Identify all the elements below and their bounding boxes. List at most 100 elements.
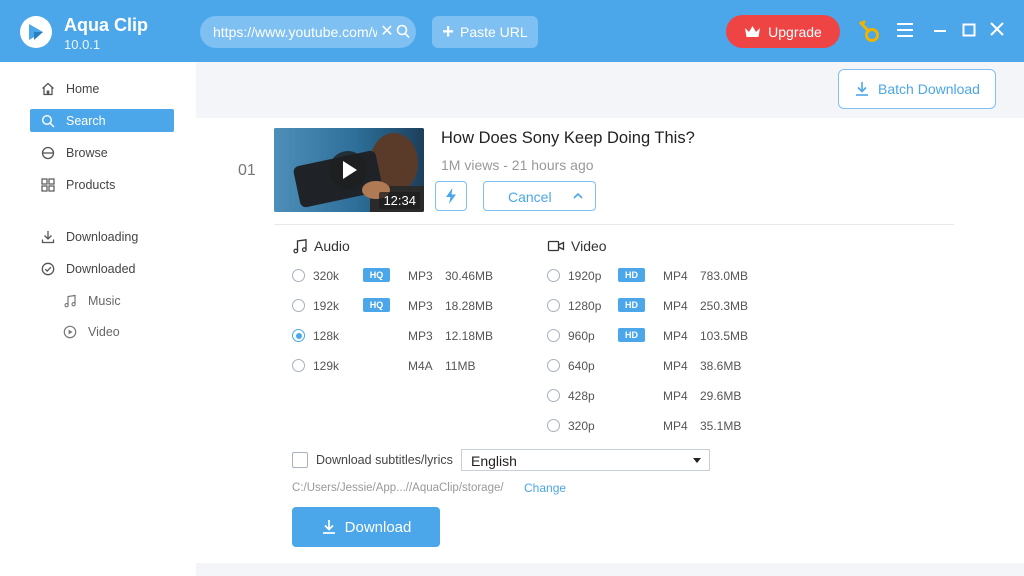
sidebar-item-home[interactable]: Home (30, 77, 174, 100)
sidebar-item-label: Browse (66, 145, 108, 160)
batch-download-button[interactable]: Batch Download (838, 69, 996, 109)
video-quality: 1280p (568, 299, 602, 313)
upgrade-label: Upgrade (768, 23, 822, 40)
video-quality-radio[interactable] (547, 419, 560, 432)
bottom-strip (196, 563, 1024, 576)
sidebar-item-downloading[interactable]: Downloading (30, 225, 174, 248)
audio-quality-radio[interactable] (292, 329, 305, 342)
key-icon[interactable] (856, 18, 882, 44)
video-format: MP4 (663, 269, 688, 283)
audio-option-row[interactable]: 128k MP3 12.18MB (292, 326, 512, 346)
batch-download-label: Batch Download (878, 81, 980, 97)
sidebar-item-label: Downloaded (66, 261, 136, 276)
audio-file-size: 30.46MB (445, 269, 494, 283)
audio-quality: 320k (313, 269, 340, 283)
subtitles-label: Download subtitles/lyrics (316, 453, 453, 467)
menu-icon[interactable] (896, 22, 914, 38)
sidebar-item-label: Products (66, 177, 116, 192)
play-circle-icon (62, 324, 78, 340)
video-format: MP4 (663, 299, 688, 313)
video-option-row[interactable]: 1920p HD MP4 783.0MB (547, 266, 767, 286)
cancel-button[interactable]: Cancel (483, 181, 596, 211)
sidebar-item-music[interactable]: Music (30, 289, 174, 312)
audio-option-row[interactable]: 129k M4A 11MB (292, 356, 512, 376)
audio-format: MP3 (408, 269, 433, 283)
audio-file-size: 18.28MB (445, 299, 494, 313)
divider (274, 224, 954, 225)
quick-download-button[interactable] (435, 181, 467, 211)
subtitles-checkbox[interactable] (292, 452, 308, 468)
audio-quality-radio[interactable] (292, 359, 305, 372)
video-meta: 1M views - 21 hours ago (441, 157, 594, 173)
search-icon (40, 113, 56, 129)
change-path-link[interactable]: Change (524, 481, 566, 495)
video-quality-radio[interactable] (547, 359, 560, 372)
video-quality: 640p (568, 359, 595, 373)
video-quality: 1920p (568, 269, 602, 283)
paste-url-button[interactable]: + Paste URL (432, 16, 538, 48)
sidebar-item-downloaded[interactable]: Downloaded (30, 257, 174, 280)
video-format: MP4 (663, 329, 688, 343)
sidebar-item-label: Home (66, 81, 100, 96)
video-file-size: 35.1MB (700, 419, 742, 433)
video-quality: 960p (568, 329, 595, 343)
app-logo-icon (29, 24, 43, 40)
video-format: MP4 (663, 419, 688, 433)
item-index: 01 (238, 162, 256, 179)
audio-option-row[interactable]: 320k HQ MP3 30.46MB (292, 266, 512, 286)
sidebar-item-products[interactable]: Products (30, 173, 174, 196)
video-file-size: 38.6MB (700, 359, 742, 373)
video-thumbnail[interactable]: 12:34 (274, 128, 424, 212)
check-circle-icon (40, 261, 56, 277)
audio-quality: 192k (313, 299, 340, 313)
video-heading-label: Video (571, 238, 607, 254)
video-option-row[interactable]: 640p MP4 38.6MB (547, 356, 767, 376)
upgrade-button[interactable]: Upgrade (726, 15, 840, 48)
audio-section-heading: Audio (292, 238, 350, 254)
sidebar-item-label: Search (66, 113, 106, 128)
close-icon[interactable] (989, 21, 1005, 37)
video-format: MP4 (663, 359, 688, 373)
sidebar-item-label: Downloading (66, 229, 139, 244)
maximize-icon[interactable] (961, 22, 977, 38)
sidebar-item-browse[interactable]: Browse (30, 141, 174, 164)
video-camera-icon (547, 240, 565, 252)
video-file-size: 29.6MB (700, 389, 742, 403)
save-path: C:/Users/Jessie/App...//AquaClip/storage… (292, 482, 504, 494)
language-select[interactable]: English (461, 449, 710, 471)
search-icon[interactable] (396, 24, 410, 40)
sidebar-item-search[interactable]: Search (30, 109, 174, 132)
audio-quality-badge: HQ (363, 298, 390, 312)
video-file-size: 783.0MB (700, 269, 749, 283)
video-option-row[interactable]: 960p HD MP4 103.5MB (547, 326, 767, 346)
audio-quality: 129k (313, 359, 340, 373)
audio-quality-radio[interactable] (292, 269, 305, 282)
video-option-row[interactable]: 1280p HD MP4 250.3MB (547, 296, 767, 316)
video-option-row[interactable]: 428p MP4 29.6MB (547, 386, 767, 406)
dropdown-caret-icon (693, 458, 701, 463)
video-format: MP4 (663, 389, 688, 403)
video-quality-radio[interactable] (547, 389, 560, 402)
audio-option-row[interactable]: 192k HQ MP3 18.28MB (292, 296, 512, 316)
video-option-row[interactable]: 320p MP4 35.1MB (547, 416, 767, 436)
home-icon (40, 81, 56, 97)
minimize-icon[interactable] (932, 22, 948, 38)
video-quality-radio[interactable] (547, 269, 560, 282)
download-label: Download (344, 518, 412, 536)
sidebar-item-video[interactable]: Video (30, 320, 174, 343)
app-version: 10.0.1 (64, 37, 101, 52)
download-button[interactable]: Download (292, 507, 440, 547)
clear-url-icon[interactable]: ✕ (380, 23, 394, 41)
url-field[interactable]: ✕ (200, 16, 416, 48)
audio-quality-radio[interactable] (292, 299, 305, 312)
video-file-size: 250.3MB (700, 299, 749, 313)
video-quality-radio[interactable] (547, 329, 560, 342)
app-name: Aqua Clip (64, 15, 148, 35)
play-button[interactable] (329, 151, 367, 189)
lightning-icon (446, 188, 456, 204)
url-input[interactable] (213, 23, 377, 41)
grid-icon (40, 177, 56, 193)
video-quality-radio[interactable] (547, 299, 560, 312)
download-icon (40, 229, 56, 245)
video-quality: 428p (568, 389, 595, 403)
